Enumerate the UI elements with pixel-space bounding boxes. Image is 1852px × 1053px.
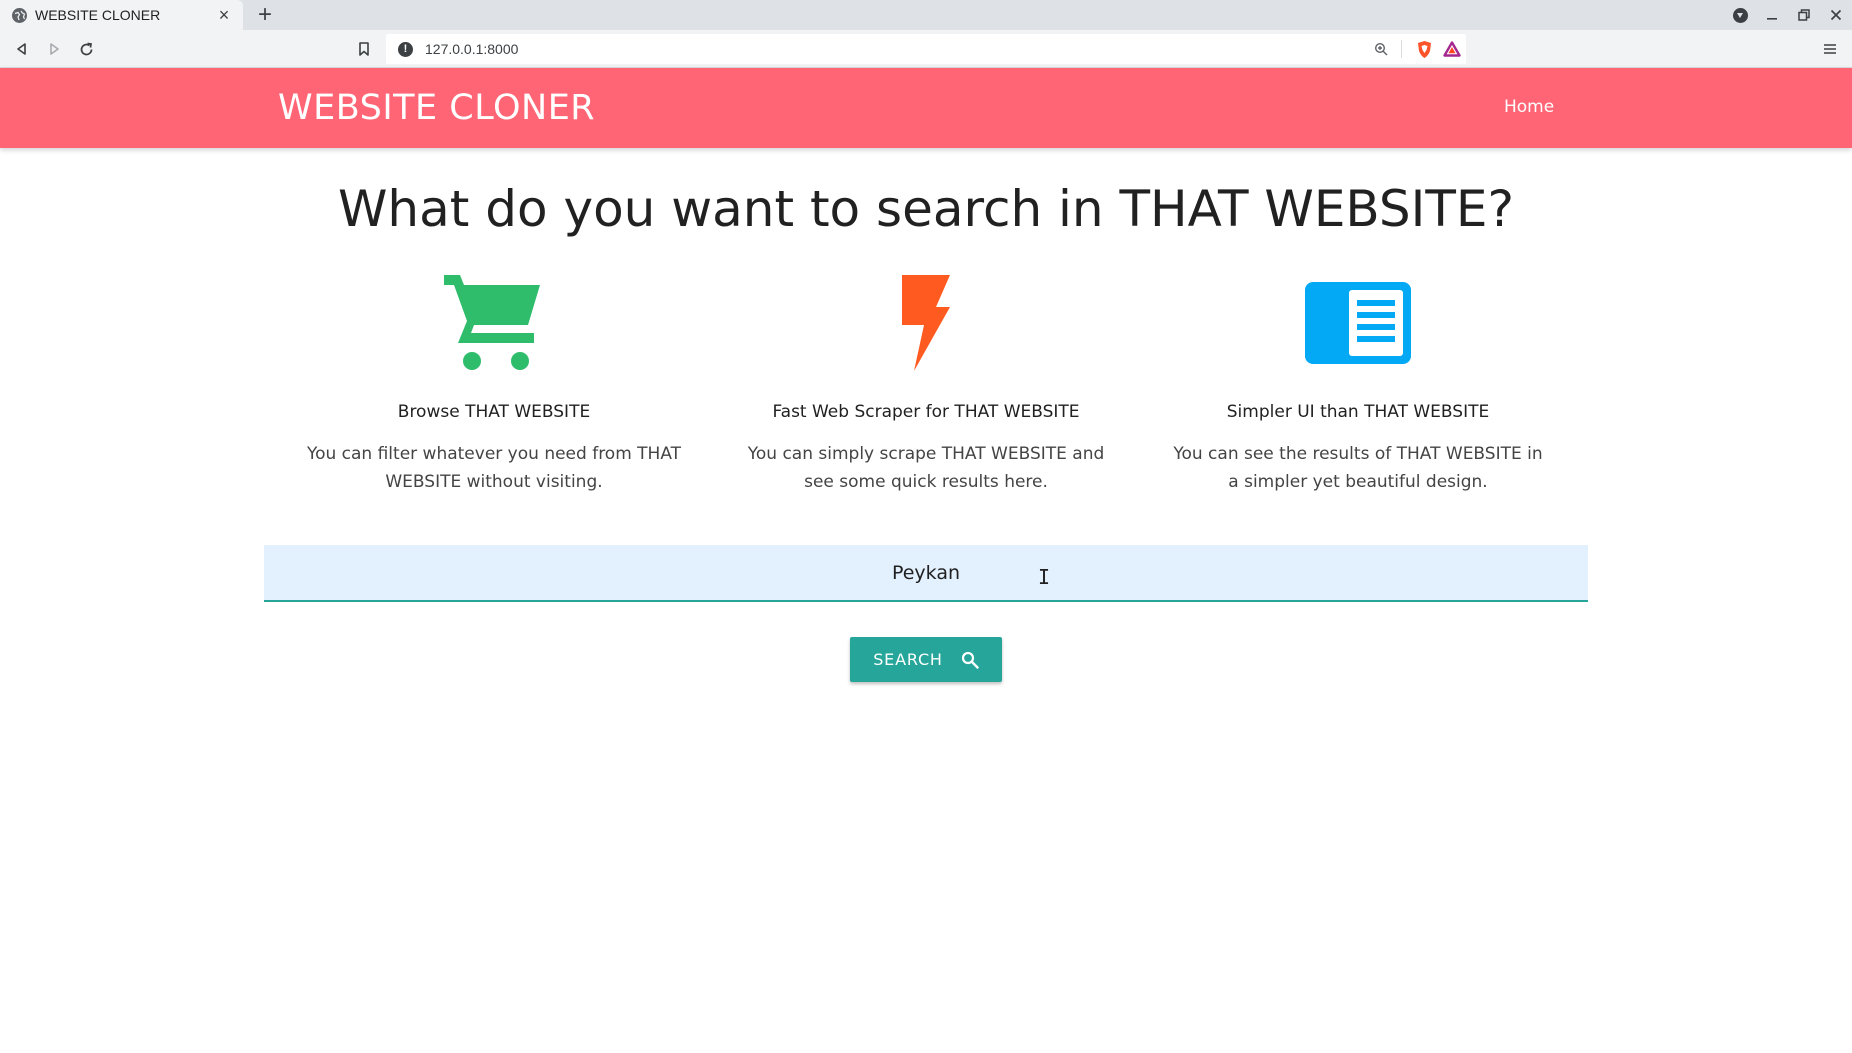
forward-arrow-icon: [50, 43, 59, 55]
bookmark-button[interactable]: [350, 35, 378, 63]
text-cursor-icon: I: [1038, 565, 1051, 589]
site-info-icon[interactable]: !: [398, 41, 413, 57]
search-icon: [961, 651, 979, 669]
brand-logo[interactable]: WEBSITE CLONER: [278, 88, 595, 128]
nav-link-home[interactable]: Home: [1504, 97, 1554, 117]
forward-button[interactable]: [40, 35, 68, 63]
site-navbar: WEBSITE CLONER Home: [0, 68, 1852, 148]
feature-title: Browse THAT WEBSITE: [397, 402, 591, 422]
main-menu-button[interactable]: [1816, 35, 1844, 63]
minimize-button[interactable]: [1756, 0, 1788, 30]
page-headline: What do you want to search in THAT WEBSI…: [337, 180, 1515, 238]
chevron-down-icon: [1732, 7, 1748, 23]
tab-search-button[interactable]: [1724, 0, 1756, 30]
brave-rewards-icon[interactable]: [1438, 35, 1466, 63]
new-tab-button[interactable]: +: [252, 2, 278, 28]
restore-icon: [1798, 9, 1810, 21]
search-input[interactable]: [264, 545, 1588, 600]
window-controls: [1724, 0, 1852, 30]
feature-title: Fast Web Scraper for THAT WEBSITE: [772, 402, 1080, 422]
feature-description: You can see the results of THAT WEBSITE …: [1173, 444, 1543, 492]
globe-icon: [12, 7, 27, 23]
feature-scraper: Fast Web Scraper for THAT WEBSITE You ca…: [716, 273, 1136, 496]
browser-tab[interactable]: WEBSITE CLONER ×: [0, 0, 243, 30]
web-page: WEBSITE CLONER Home What do you want to …: [0, 68, 1852, 1053]
omnibox-divider: [1401, 40, 1402, 58]
close-icon: [1830, 9, 1842, 21]
feature-description: You can simply scrape THAT WEBSITE and s…: [747, 444, 1105, 492]
close-window-button[interactable]: [1820, 0, 1852, 30]
back-arrow-icon: [17, 43, 26, 55]
tab-close-icon[interactable]: ×: [215, 5, 233, 26]
hamburger-menu-icon: [1824, 44, 1836, 54]
search-button-label: SEARCH: [873, 650, 943, 669]
address-bar[interactable]: ! 127.0.0.1:8000: [386, 34, 1466, 64]
brave-shields-icon[interactable]: [1410, 35, 1438, 63]
browser-toolbar: ! 127.0.0.1:8000: [0, 30, 1852, 68]
document-layout-icon: [1148, 273, 1568, 373]
zoom-icon[interactable]: [1369, 37, 1393, 61]
reload-button[interactable]: [72, 35, 100, 63]
feature-description: You can filter whatever you need from TH…: [306, 444, 682, 492]
tab-title: WEBSITE CLONER: [35, 7, 161, 23]
shopping-cart-icon: [284, 273, 704, 373]
minimize-icon: [1767, 18, 1777, 20]
search-field[interactable]: [264, 545, 1588, 602]
lightning-bolt-icon: [716, 273, 1136, 373]
back-button[interactable]: [8, 35, 36, 63]
feature-title: Simpler UI than THAT WEBSITE: [1226, 402, 1490, 422]
search-button[interactable]: SEARCH: [850, 637, 1002, 682]
restore-button[interactable]: [1788, 0, 1820, 30]
feature-browse: Browse THAT WEBSITE You can filter whate…: [284, 273, 704, 496]
feature-simpler-ui: Simpler UI than THAT WEBSITE You can see…: [1148, 273, 1568, 496]
reload-icon: [80, 42, 92, 55]
browser-tab-bar: WEBSITE CLONER × +: [0, 0, 1852, 30]
bookmark-icon: [359, 42, 369, 56]
url-text[interactable]: 127.0.0.1:8000: [425, 41, 1369, 57]
